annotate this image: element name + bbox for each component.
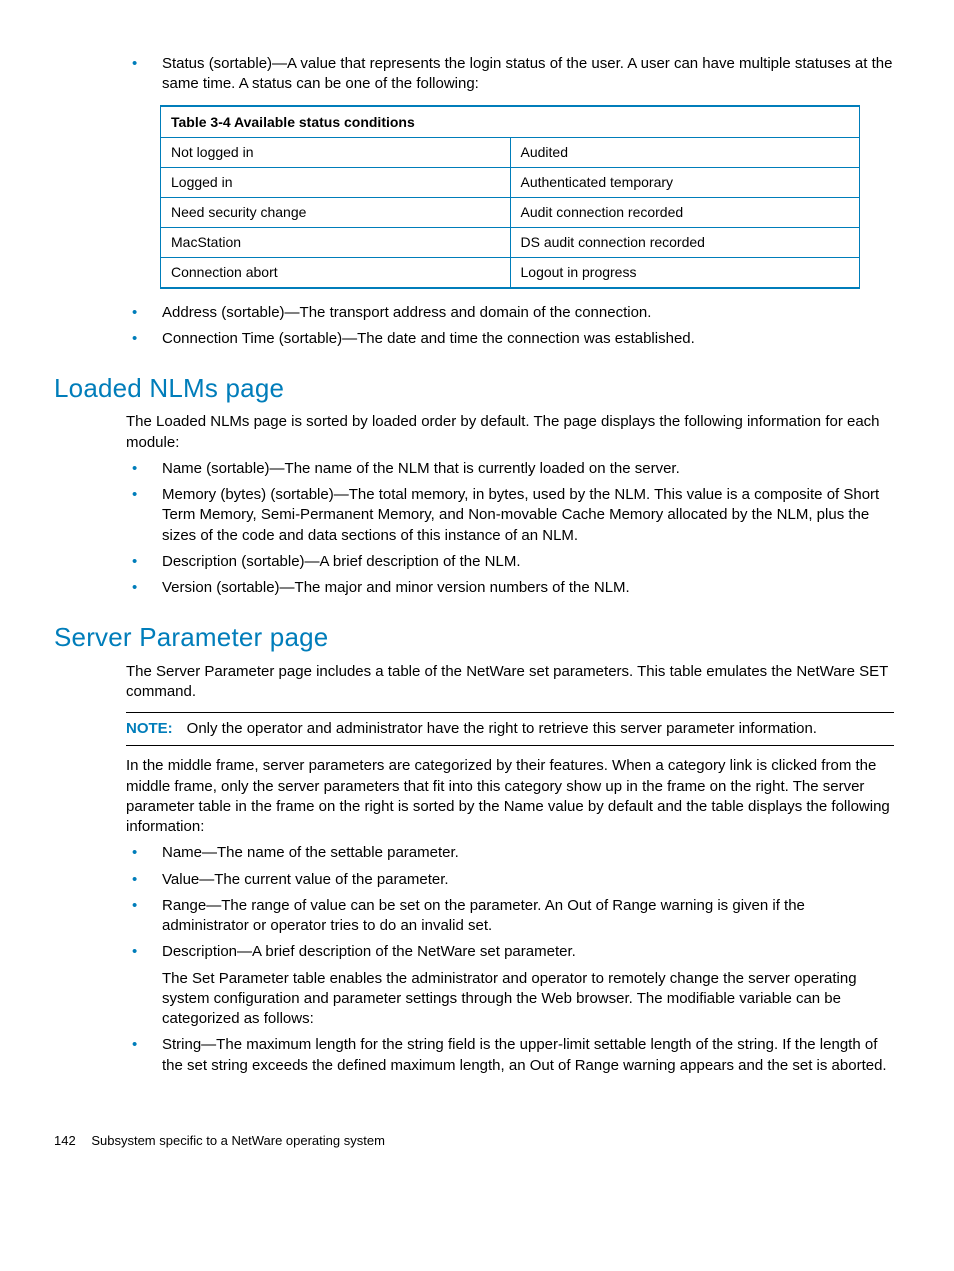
bullet-text: Description (sortable)—A brief descripti… xyxy=(162,553,520,570)
bullet-text: Name (sortable)—The name of the NLM that… xyxy=(162,460,680,477)
cell: MacStation xyxy=(161,228,511,258)
section2-intro: The Server Parameter page includes a tab… xyxy=(126,662,894,703)
bullet-text: Address (sortable)—The transport address… xyxy=(162,304,651,321)
list-item: String—The maximum length for the string… xyxy=(126,1035,894,1076)
table-row: Logged inAuthenticated temporary xyxy=(161,168,860,198)
bullet-followup: The Set Parameter table enables the admi… xyxy=(162,969,894,1030)
cell: Audited xyxy=(510,138,860,168)
page-number: 142 xyxy=(54,1132,76,1150)
section2-after-note: In the middle frame, server parameters a… xyxy=(126,756,894,837)
cell: Not logged in xyxy=(161,138,511,168)
page-footer: 142 Subsystem specific to a NetWare oper… xyxy=(54,1132,894,1150)
bullet-text: Description—A brief description of the N… xyxy=(162,943,576,960)
cell: DS audit connection recorded xyxy=(510,228,860,258)
bullet-text: String—The maximum length for the string… xyxy=(162,1036,887,1073)
table-row: MacStationDS audit connection recorded xyxy=(161,228,860,258)
list-item: Name—The name of the settable parameter. xyxy=(126,843,894,863)
table-row: Connection abortLogout in progress xyxy=(161,257,860,287)
list-item: Version (sortable)—The major and minor v… xyxy=(126,578,894,598)
intro-bullet-list: Status (sortable)—A value that represent… xyxy=(126,54,894,95)
list-item: Connection Time (sortable)—The date and … xyxy=(126,329,894,349)
bullet-text: Connection Time (sortable)—The date and … xyxy=(162,330,695,347)
list-item: Memory (bytes) (sortable)—The total memo… xyxy=(126,485,894,546)
bullet-text: Memory (bytes) (sortable)—The total memo… xyxy=(162,486,879,544)
cell: Need security change xyxy=(161,198,511,228)
bullet-text: Value—The current value of the parameter… xyxy=(162,871,449,888)
cell: Logged in xyxy=(161,168,511,198)
section1-bullet-list: Name (sortable)—The name of the NLM that… xyxy=(126,459,894,599)
cell: Logout in progress xyxy=(510,257,860,287)
status-conditions-table: Table 3-4 Available status conditions No… xyxy=(160,105,860,289)
list-item: Range—The range of value can be set on t… xyxy=(126,896,894,937)
section1-intro: The Loaded NLMs page is sorted by loaded… xyxy=(126,412,894,453)
bullet-text: Name—The name of the settable parameter. xyxy=(162,844,459,861)
cell: Connection abort xyxy=(161,257,511,287)
after-table-bullet-list: Address (sortable)—The transport address… xyxy=(126,303,894,350)
table-row: Need security changeAudit connection rec… xyxy=(161,198,860,228)
table-row: Not logged inAudited xyxy=(161,138,860,168)
list-item: Address (sortable)—The transport address… xyxy=(126,303,894,323)
list-item: Status (sortable)—A value that represent… xyxy=(126,54,894,95)
heading-server-parameter: Server Parameter page xyxy=(54,620,894,655)
footer-title: Subsystem specific to a NetWare operatin… xyxy=(91,1133,385,1148)
list-item: Description (sortable)—A brief descripti… xyxy=(126,552,894,572)
note-block: NOTE: Only the operator and administrator… xyxy=(126,712,894,746)
cell: Authenticated temporary xyxy=(510,168,860,198)
bullet-text: Version (sortable)—The major and minor v… xyxy=(162,579,630,596)
bullet-text: Range—The range of value can be set on t… xyxy=(162,897,805,934)
list-item: Value—The current value of the parameter… xyxy=(126,870,894,890)
table-caption: Table 3-4 Available status conditions xyxy=(161,106,860,138)
cell: Audit connection recorded xyxy=(510,198,860,228)
bullet-text: Status (sortable)—A value that represent… xyxy=(162,55,892,92)
section2-bullet-list: Name—The name of the settable parameter.… xyxy=(126,843,894,1076)
note-text: Only the operator and administrator have… xyxy=(187,720,817,737)
list-item: Name (sortable)—The name of the NLM that… xyxy=(126,459,894,479)
heading-loaded-nlms: Loaded NLMs page xyxy=(54,371,894,406)
list-item: Description—A brief description of the N… xyxy=(126,942,894,1029)
note-label: NOTE: xyxy=(126,720,173,737)
